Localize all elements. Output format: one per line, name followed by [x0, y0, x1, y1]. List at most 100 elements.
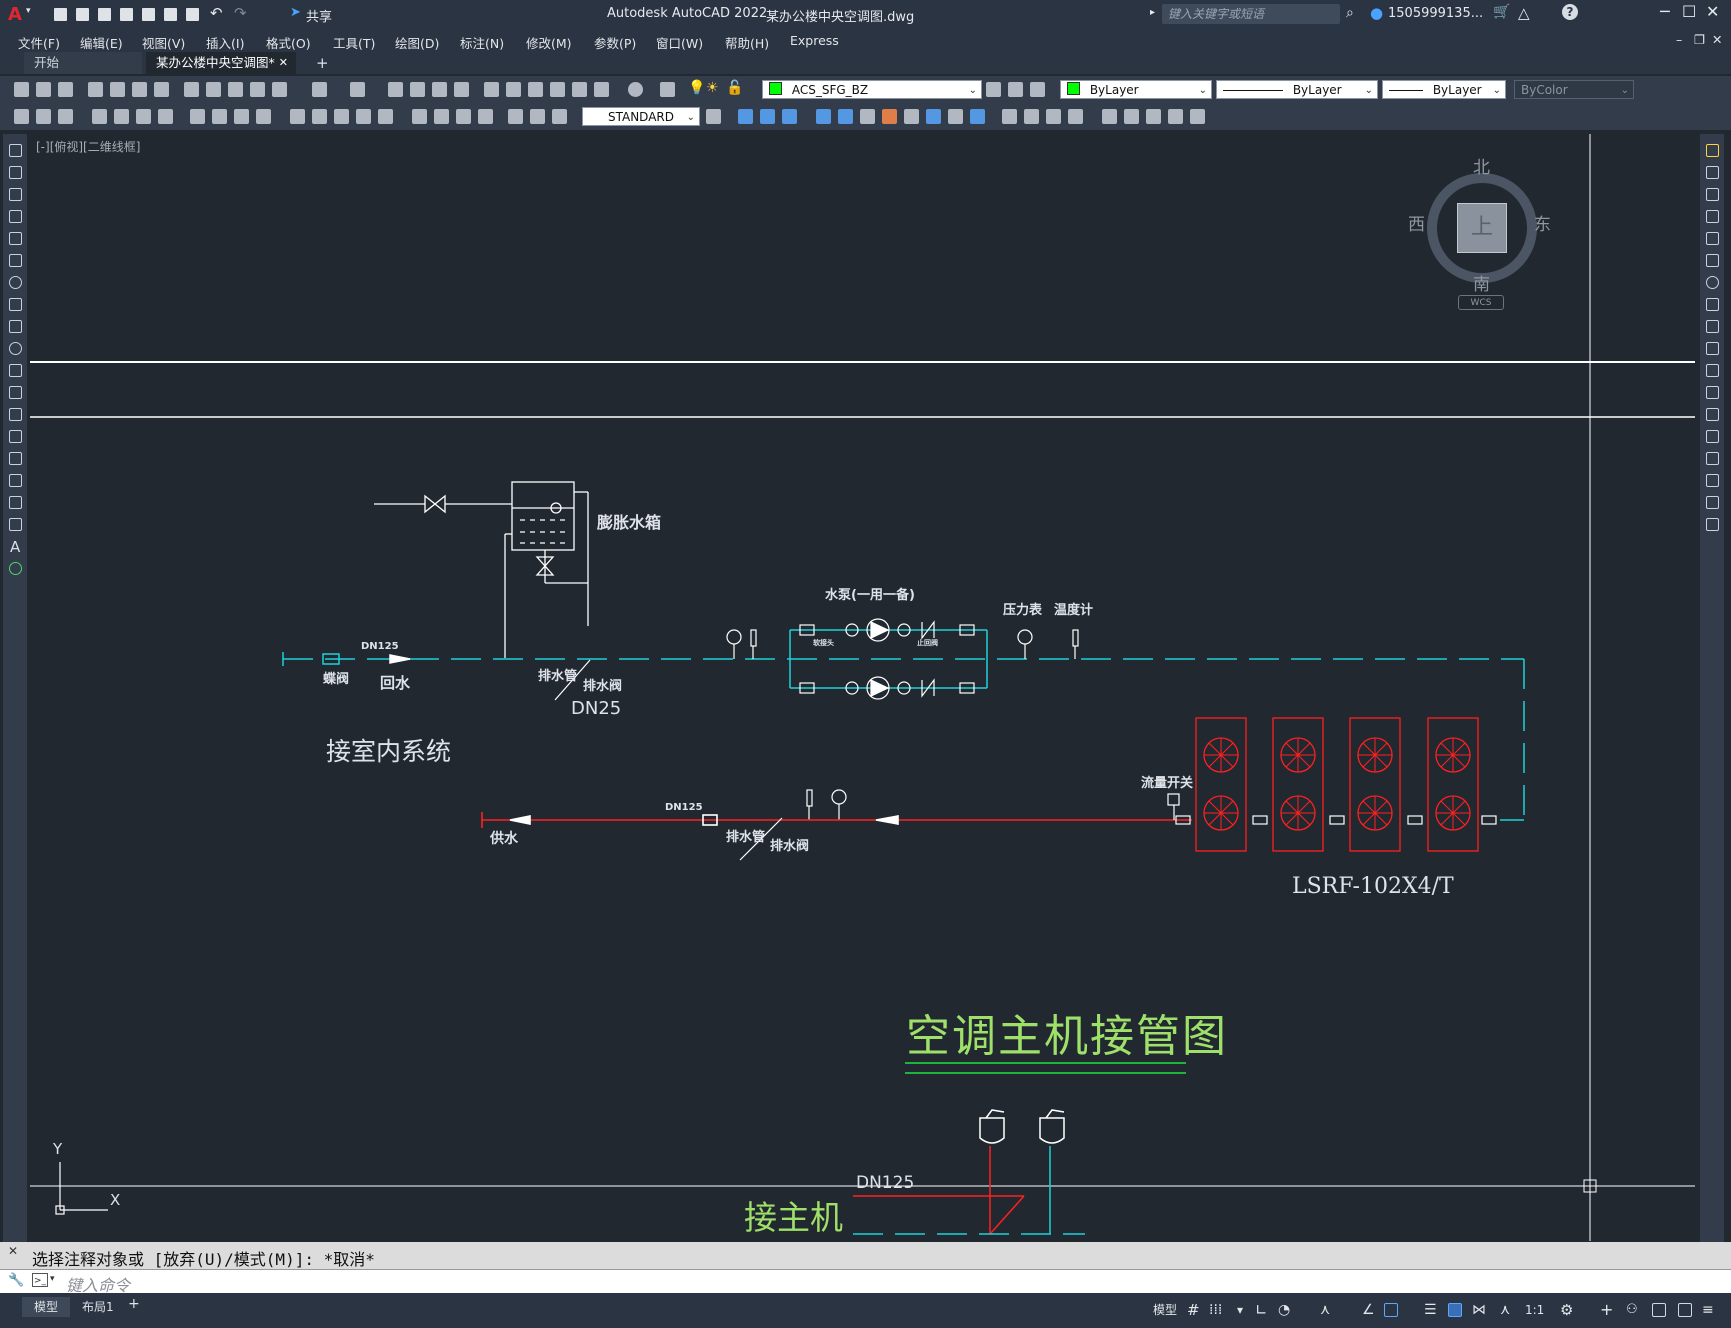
lights-icon[interactable]: [1168, 109, 1183, 124]
annotation-scale-icon[interactable]: ⋏: [1500, 1301, 1510, 1319]
intersect-icon[interactable]: [926, 109, 941, 124]
insert-block-icon[interactable]: [9, 386, 22, 399]
save-as-icon[interactable]: [120, 8, 133, 21]
copy-icon[interactable]: [206, 82, 221, 97]
save-icon[interactable]: [98, 8, 111, 21]
menu-draw[interactable]: 绘图(D): [395, 33, 439, 52]
fillet-icon[interactable]: [1706, 474, 1719, 487]
plus-icon[interactable]: +: [1600, 1301, 1613, 1319]
break-icon[interactable]: [1706, 408, 1719, 421]
tab-close-icon[interactable]: ✕: [279, 52, 288, 74]
menu-modify[interactable]: 修改(M): [526, 33, 572, 52]
viewcube-north[interactable]: 北: [1473, 153, 1490, 178]
linear-dim-icon[interactable]: [92, 109, 107, 124]
polygon-icon[interactable]: [9, 210, 22, 223]
wcs-menu-button[interactable]: WCS: [1458, 295, 1504, 310]
xline-icon[interactable]: [9, 166, 22, 179]
publish-icon[interactable]: [132, 82, 147, 97]
command-close-icon[interactable]: ✕: [8, 1244, 18, 1258]
add-layout-button[interactable]: +: [128, 1296, 140, 1312]
presspull-icon[interactable]: [1002, 109, 1017, 124]
lineweight-icon[interactable]: ☰: [1424, 1301, 1437, 1319]
snap-icon[interactable]: ⁞⁞⁞: [1209, 1301, 1222, 1319]
layer-state-icon[interactable]: [1030, 82, 1045, 97]
customize-wrench-icon[interactable]: 🔧: [8, 1273, 24, 1288]
tab-drawing[interactable]: 某办公楼中央空调图* ✕: [146, 52, 296, 74]
properties-icon[interactable]: [484, 82, 499, 97]
viewcube-east[interactable]: 东: [1534, 210, 1551, 235]
hatch-icon[interactable]: [9, 452, 22, 465]
arc-icon[interactable]: [9, 254, 22, 267]
table-icon[interactable]: [9, 518, 22, 531]
viewcube-south[interactable]: 南: [1473, 270, 1490, 295]
tool-palettes-icon[interactable]: [528, 82, 543, 97]
dimedit-icon[interactable]: [508, 109, 523, 124]
polyline-icon[interactable]: [9, 188, 22, 201]
doc-close-icon[interactable]: ✕: [1712, 32, 1722, 47]
annotation-scale-value[interactable]: 1:1: [1525, 1301, 1544, 1319]
tab-start[interactable]: 开始: [24, 52, 142, 74]
menu-edit[interactable]: 编辑(E): [80, 33, 123, 52]
customization-icon[interactable]: ≡: [1702, 1301, 1714, 1319]
array-icon[interactable]: [1706, 232, 1719, 245]
group-icon[interactable]: [36, 109, 51, 124]
search-input[interactable]: 键入关键字或短语: [1162, 4, 1340, 24]
move-icon[interactable]: [1706, 254, 1719, 267]
region-icon[interactable]: [9, 496, 22, 509]
calculator-icon[interactable]: [594, 82, 609, 97]
linetype-dropdown[interactable]: ByLayer ⌄: [1216, 80, 1378, 99]
paste-icon[interactable]: [228, 82, 243, 97]
doc-minimize-icon[interactable]: –: [1676, 32, 1682, 47]
color-dropdown[interactable]: ByLayer ⌄: [1060, 80, 1212, 99]
maximize-icon[interactable]: ☐: [1682, 2, 1696, 21]
camera-icon[interactable]: [1190, 109, 1205, 124]
close-icon[interactable]: ✕: [1706, 2, 1719, 21]
save-web-icon[interactable]: [164, 8, 177, 21]
union-icon[interactable]: [882, 109, 897, 124]
scale-icon[interactable]: [1706, 298, 1719, 311]
zoom-realtime-icon[interactable]: [410, 82, 425, 97]
app-menu-chevron-icon[interactable]: ▾: [26, 6, 31, 16]
join-icon[interactable]: [1706, 430, 1719, 443]
zoom-previous-icon[interactable]: [454, 82, 469, 97]
help-icon[interactable]: [628, 82, 643, 97]
gear-icon[interactable]: ⚙: [1560, 1301, 1573, 1319]
ordinate-icon[interactable]: [158, 109, 173, 124]
circle-icon[interactable]: [9, 276, 22, 289]
user-icon[interactable]: ●: [1370, 4, 1383, 22]
draw-order-icon[interactable]: [14, 109, 29, 124]
copy-object-icon[interactable]: [1706, 166, 1719, 179]
dim-break-icon[interactable]: [378, 109, 393, 124]
dim-space-icon[interactable]: [356, 109, 371, 124]
separate-icon[interactable]: [1068, 109, 1083, 124]
gradient-icon[interactable]: [9, 474, 22, 487]
dim-update-icon[interactable]: [552, 109, 567, 124]
share-icon[interactable]: ➤: [290, 5, 301, 20]
section-icon[interactable]: [970, 109, 985, 124]
ungroup-icon[interactable]: [58, 109, 73, 124]
subtract-icon[interactable]: [904, 109, 919, 124]
redo-icon[interactable]: [350, 82, 365, 97]
erase-icon[interactable]: [1706, 144, 1719, 157]
chevron-down-icon[interactable]: ▾: [1237, 1301, 1243, 1319]
autocad-logo-icon[interactable]: A: [8, 4, 22, 25]
line-icon[interactable]: [9, 144, 22, 157]
extend-icon[interactable]: [1706, 364, 1719, 377]
viewcube-top-face[interactable]: 上: [1457, 203, 1507, 253]
layer-dropdown[interactable]: ACS_SFG_BZ ⌄: [762, 80, 982, 99]
cut-icon[interactable]: [184, 82, 199, 97]
dimtedit-icon[interactable]: [530, 109, 545, 124]
menu-view[interactable]: 视图(V): [142, 33, 185, 52]
mtext-icon[interactable]: A: [10, 538, 20, 556]
3d-box-icon[interactable]: [738, 109, 753, 124]
menu-file[interactable]: 文件(F): [18, 33, 60, 52]
arc-length-icon[interactable]: [136, 109, 151, 124]
revolve-icon[interactable]: [838, 109, 853, 124]
imprint-icon[interactable]: [1046, 109, 1061, 124]
viewcube[interactable]: 上 北 南 东 西 WCS: [1407, 153, 1557, 310]
menu-insert[interactable]: 插入(I): [206, 33, 244, 52]
add-selected-icon[interactable]: [9, 562, 22, 575]
center-mark-icon[interactable]: [434, 109, 449, 124]
tolerance-icon[interactable]: [412, 109, 427, 124]
isodraft-icon[interactable]: ⋏: [1320, 1301, 1330, 1319]
